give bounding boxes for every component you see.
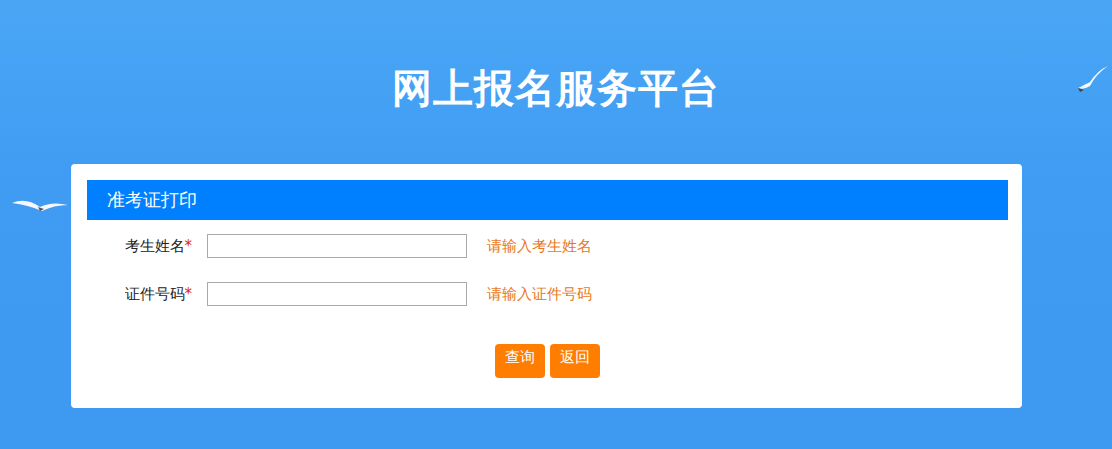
print-card: 准考证打印考生姓名* 请输入考生姓名证件号码* 请输入证件号码查询返回 [71,164,1022,408]
seagull-icon [1076,64,1110,98]
button-group: 查询返回 [87,344,1008,378]
query-form: 考生姓名* 请输入考生姓名证件号码* 请输入证件号码 [87,234,1008,306]
text-input[interactable] [207,282,467,306]
form-row: 证件号码* 请输入证件号码 [87,282,1008,306]
action-button[interactable]: 返回 [550,344,600,378]
page-title: 网上报名服务平台 [0,62,1112,114]
action-button[interactable]: 查询 [495,344,545,378]
required-mark: * [185,285,193,303]
text-input[interactable] [207,234,467,258]
field-label: 考生姓名* [87,237,192,256]
panel-header: 准考证打印 [87,180,1008,220]
field-hint: 请输入证件号码 [487,285,592,304]
seagull-icon [10,195,70,219]
required-mark: * [185,237,193,255]
field-hint: 请输入考生姓名 [487,237,592,256]
page: 网上报名服务平台准考证打印考生姓名* 请输入考生姓名证件号码* 请输入证件号码查询返… [0,0,1112,449]
field-label: 证件号码* [87,285,192,304]
form-row: 考生姓名* 请输入考生姓名 [87,234,1008,258]
